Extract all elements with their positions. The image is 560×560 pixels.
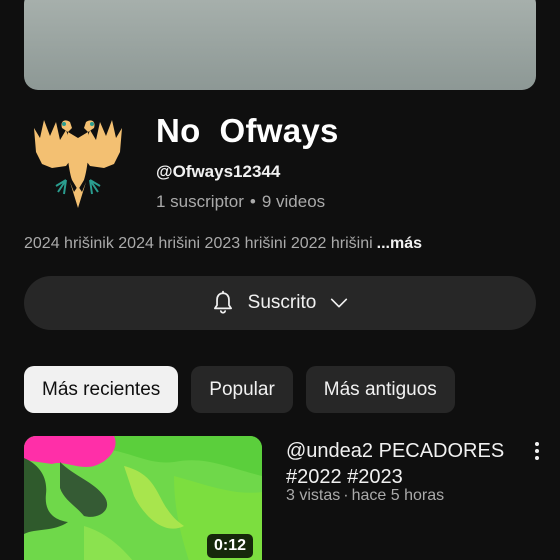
channel-name: No Ofways <box>156 112 339 149</box>
more-vert-icon[interactable] <box>526 440 548 462</box>
description-text: 2024 hrišinik 2024 hrišini 2023 hrišini … <box>24 235 373 252</box>
bell-icon <box>213 290 232 314</box>
video-meta: 3 vistas · hace 5 horas <box>286 487 444 505</box>
channel-banner <box>24 0 536 90</box>
channel-avatar[interactable] <box>26 108 130 212</box>
video-thumbnail[interactable]: 0:12 <box>24 436 262 560</box>
chip-mas-antiguos[interactable]: Más antiguos <box>305 366 455 413</box>
video-title[interactable]: @undea2 PECADORES #2022 #2023 <box>286 438 518 490</box>
sort-chips: Más recientes Popular Más antiguos <box>24 366 455 413</box>
more-link[interactable]: ...más <box>377 235 422 252</box>
video-age: hace 5 horas <box>351 487 445 504</box>
stats-separator: • <box>249 192 256 211</box>
channel-stats: 1 suscriptor • 9 videos <box>156 192 325 212</box>
subscriber-count: 1 suscriptor <box>156 192 244 211</box>
chip-mas-recientes[interactable]: Más recientes <box>24 366 179 413</box>
chip-popular[interactable]: Popular <box>191 366 293 413</box>
video-count: 9 videos <box>261 192 326 211</box>
chevron-down-icon <box>331 298 348 308</box>
channel-handle: @Ofways12344 <box>156 162 281 181</box>
subscribed-label: Suscrito <box>247 292 317 313</box>
eagle-logo-icon <box>34 120 122 208</box>
subscribed-button[interactable]: Suscrito <box>24 276 536 330</box>
video-duration: 0:12 <box>206 534 253 558</box>
video-views: 3 vistas <box>286 487 341 504</box>
channel-description[interactable]: 2024 hrišinik 2024 hrišini 2023 hrišini … <box>24 235 422 253</box>
meta-separator: · <box>343 487 349 504</box>
